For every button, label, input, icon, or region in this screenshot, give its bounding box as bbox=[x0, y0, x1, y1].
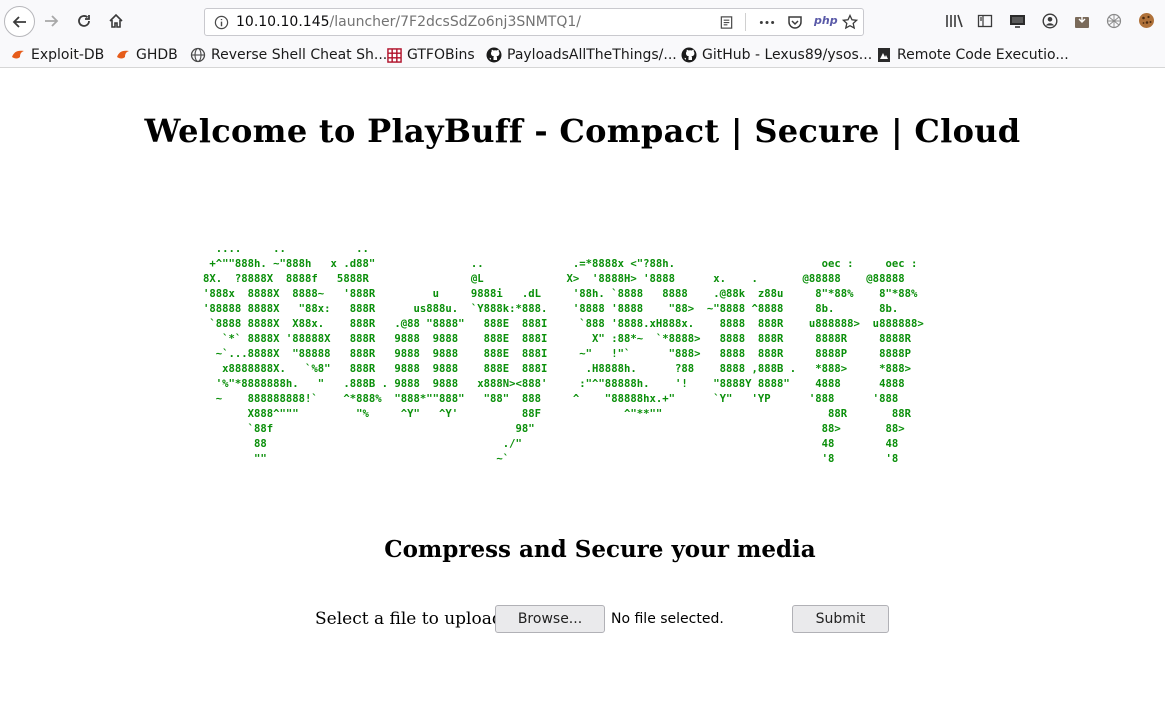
bookmark-label: GHDB bbox=[136, 47, 178, 63]
bookmark-label: Reverse Shell Cheat Sh... bbox=[211, 47, 388, 63]
gtfobins-icon bbox=[386, 47, 402, 63]
bookmark-exploit-db[interactable]: Exploit-DB bbox=[10, 45, 104, 65]
bookmark-label: GTFOBins bbox=[407, 47, 475, 63]
submit-button[interactable]: Submit bbox=[792, 605, 889, 633]
bookmark-label: Remote Code Executio... bbox=[897, 47, 1069, 63]
bookmarks-toolbar: Exploit-DB GHDB Reverse Shell Cheat Sh..… bbox=[0, 43, 1165, 68]
pocket-icon[interactable] bbox=[787, 14, 803, 30]
addon-icon[interactable] bbox=[1074, 13, 1090, 29]
exploit-db-icon bbox=[10, 47, 26, 63]
address-bar[interactable]: 10.10.10.145/launcher/7F2dcsSdZo6nj3SNMT… bbox=[204, 8, 864, 36]
more-icon[interactable] bbox=[758, 15, 776, 30]
bookmark-ghdb[interactable]: GHDB bbox=[115, 45, 178, 65]
account-icon[interactable] bbox=[1042, 13, 1058, 29]
back-icon bbox=[12, 15, 26, 28]
bookmark-remote-code-execution[interactable]: Remote Code Executio... bbox=[876, 45, 1069, 65]
ghdb-icon bbox=[115, 47, 131, 63]
bookmark-reverse-shell[interactable]: Reverse Shell Cheat Sh... bbox=[190, 45, 387, 65]
url-text[interactable]: 10.10.10.145/launcher/7F2dcsSdZo6nj3SNMT… bbox=[236, 14, 581, 30]
home-icon bbox=[109, 13, 123, 28]
cookie-icon[interactable] bbox=[1138, 12, 1155, 29]
globe-icon bbox=[190, 47, 206, 63]
bookmark-github-ysoserial[interactable]: GitHub - Lexus89/ysos... bbox=[681, 45, 872, 65]
upload-label: Select a file to upload bbox=[315, 609, 503, 629]
urlbar-divider bbox=[745, 13, 746, 31]
url-path: /launcher/7F2dcsSdZo6nj3SNMTQ1/ bbox=[329, 14, 581, 30]
info-icon[interactable] bbox=[214, 15, 229, 30]
github-icon bbox=[681, 47, 697, 63]
reader-view-icon[interactable] bbox=[719, 15, 734, 30]
bookmark-payloadsallthethings[interactable]: PayloadsAllTheThings/... bbox=[486, 45, 677, 65]
url-host: 10.10.10.145 bbox=[236, 14, 330, 30]
home-button[interactable] bbox=[101, 6, 131, 36]
github-icon bbox=[486, 47, 502, 63]
browser-toolbar: 10.10.10.145/launcher/7F2dcsSdZo6nj3SNMT… bbox=[0, 0, 1165, 43]
bookmark-gtfobins[interactable]: GTFOBins bbox=[386, 45, 475, 65]
extension-icon[interactable] bbox=[1106, 13, 1122, 29]
reload-button[interactable] bbox=[69, 6, 99, 36]
bookmark-label: Exploit-DB bbox=[31, 47, 105, 63]
reload-icon bbox=[78, 15, 90, 27]
page-title: Welcome to PlayBuff - Compact | Secure |… bbox=[144, 112, 1021, 150]
sidebar-icon[interactable] bbox=[977, 13, 993, 29]
ascii-art-logo: .... .. .. +^""888h. ~"888h x .d88" .. .… bbox=[203, 243, 924, 465]
screen-icon[interactable] bbox=[1009, 13, 1026, 29]
section-subtitle: Compress and Secure your media bbox=[384, 536, 816, 563]
library-icon[interactable] bbox=[945, 13, 963, 29]
file-status-text: No file selected. bbox=[611, 611, 724, 627]
bookmark-label: GitHub - Lexus89/ysos... bbox=[702, 47, 873, 63]
php-icon[interactable]: php bbox=[814, 14, 838, 27]
forward-icon bbox=[45, 15, 59, 27]
bookmark-label: PayloadsAllTheThings/... bbox=[507, 47, 677, 63]
browse-button[interactable]: Browse... bbox=[495, 605, 605, 633]
back-button[interactable] bbox=[4, 6, 35, 37]
page-icon bbox=[876, 47, 892, 63]
star-icon[interactable] bbox=[842, 14, 858, 30]
forward-button[interactable] bbox=[36, 6, 66, 36]
